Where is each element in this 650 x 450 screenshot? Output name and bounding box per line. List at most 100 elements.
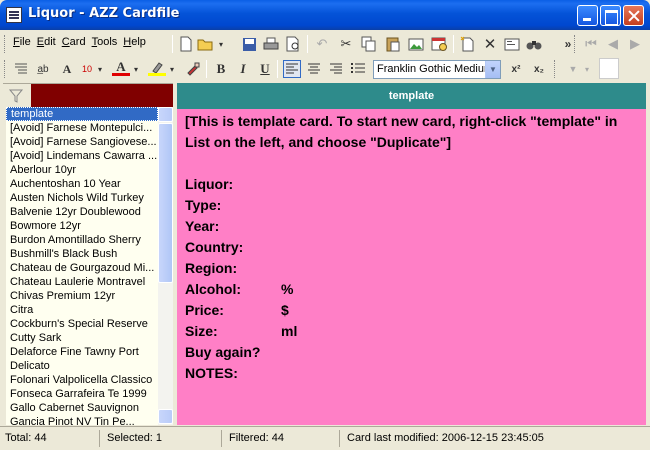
chevron-down-icon[interactable]: ▾ [131, 60, 141, 78]
paste-icon[interactable] [384, 35, 402, 53]
insert-date-icon[interactable] [430, 35, 448, 53]
list-item[interactable]: [Avoid] Farnese Sangiovese... [6, 135, 158, 149]
menu-help[interactable]: Help [120, 36, 149, 48]
find-binoculars-icon[interactable] [525, 35, 543, 53]
filter-icon[interactable] [8, 88, 24, 104]
open-folder-icon[interactable] [197, 35, 215, 53]
filter-input[interactable] [31, 84, 175, 108]
new-card-icon[interactable] [459, 35, 477, 53]
list-item[interactable]: Cutty Sark [6, 331, 158, 345]
copy-icon[interactable] [360, 35, 378, 53]
list-item[interactable]: Folonari Valpolicella Classico [6, 373, 158, 387]
toolbar-grip[interactable] [4, 35, 7, 53]
card-editor[interactable]: [This is template card. To start new car… [177, 109, 646, 425]
list-item[interactable]: Fonseca Garrafeira Te 1999 [6, 387, 158, 401]
toolbar-grip[interactable] [554, 60, 557, 78]
bold-button[interactable]: B [212, 60, 230, 78]
font-color-icon[interactable]: A [112, 59, 130, 76]
card-intro-text: [This is template card. To start new car… [185, 113, 618, 150]
list-item[interactable]: template [6, 107, 158, 121]
separator [172, 35, 173, 53]
underline-button[interactable]: U [256, 60, 274, 78]
list-item[interactable]: Chateau Laulerie Montravel [6, 275, 158, 289]
print-preview-icon[interactable] [284, 35, 302, 53]
card-properties-icon[interactable] [503, 35, 521, 53]
card-list[interactable]: template [Avoid] Farnese Montepulci... [Av… [6, 107, 158, 425]
chevron-down-icon[interactable]: ▾ [216, 35, 226, 53]
scroll-thumb[interactable] [158, 123, 173, 283]
list-item[interactable]: Burdon Amontillado Sherry [6, 233, 158, 247]
list-item[interactable]: Delaforce Fine Tawny Port [6, 345, 158, 359]
align-right-icon[interactable] [327, 60, 345, 78]
chevron-down-icon[interactable]: ▾ [167, 60, 177, 78]
list-item[interactable]: Bowmore 12yr [6, 219, 158, 233]
align-left-icon[interactable] [283, 60, 301, 78]
list-item[interactable]: Aberlour 10yr [6, 163, 158, 177]
paragraph-format-icon[interactable] [12, 60, 30, 78]
menu-card[interactable]: Card [59, 36, 89, 48]
bullet-list-icon[interactable] [349, 60, 367, 78]
status-total: Total: 44 [2, 430, 100, 447]
close-button[interactable] [623, 5, 644, 26]
list-item[interactable]: Gallo Cabernet Sauvignon [6, 401, 158, 415]
status-filtered: Filtered: 44 [226, 430, 340, 447]
scroll-up-arrow[interactable] [158, 107, 173, 122]
list-item[interactable]: Cockburn's Special Reserve [6, 317, 158, 331]
font-icon[interactable]: A [58, 60, 76, 78]
card-field-row: Type: [185, 195, 638, 216]
toolbar-grip[interactable] [574, 35, 577, 53]
previous-card-icon[interactable]: ◀ [604, 35, 622, 53]
card-field-value: $ [281, 302, 289, 318]
print-icon[interactable] [262, 35, 280, 53]
cut-icon[interactable]: ✂ [337, 35, 355, 53]
menu-file[interactable]: File [10, 36, 34, 48]
toolbar-grip[interactable] [4, 60, 7, 78]
superscript-button[interactable]: x² [507, 60, 525, 78]
next-card-icon[interactable]: ▶ [626, 35, 644, 53]
chevron-down-icon[interactable]: ▼ [564, 60, 582, 78]
list-item[interactable]: Chateau de Gourgazoud Mi... [6, 261, 158, 275]
color-swatch[interactable] [599, 58, 619, 79]
list-item[interactable]: [Avoid] Lindemans Cawarra ... [6, 149, 158, 163]
list-item[interactable]: Chivas Premium 12yr [6, 289, 158, 303]
spelling-icon[interactable]: a̲b [34, 60, 52, 78]
font-name-value: Franklin Gothic Mediur [377, 63, 488, 75]
card-field-label: Liquor: [185, 176, 234, 192]
card-field-label: Year: [185, 218, 220, 234]
list-item[interactable]: [Avoid] Farnese Montepulci... [6, 121, 158, 135]
list-scrollbar[interactable] [158, 107, 173, 425]
list-item[interactable]: Gancia Pinot NV Tin Pe... [6, 415, 158, 425]
highlight-icon[interactable] [148, 60, 166, 76]
font-size-label[interactable]: 10 [78, 60, 96, 78]
insert-picture-icon[interactable] [407, 35, 425, 53]
list-item[interactable]: Citra [6, 303, 158, 317]
list-item[interactable]: Delicato [6, 359, 158, 373]
chevron-down-icon[interactable]: ▾ [95, 60, 105, 78]
new-file-icon[interactable] [177, 35, 195, 53]
undo-icon[interactable]: ↶ [313, 35, 331, 53]
list-item[interactable]: Austen Nichols Wild Turkey [6, 191, 158, 205]
list-item[interactable]: Balvenie 12yr Doublewood [6, 205, 158, 219]
menu-edit[interactable]: Edit [34, 36, 59, 48]
app-icon[interactable] [6, 7, 22, 23]
title-bar: Liquor - AZZ Cardfile [0, 0, 650, 30]
card-field-row: Country: [185, 237, 638, 258]
font-name-select[interactable]: Franklin Gothic Mediur ▼ [373, 60, 501, 79]
list-item[interactable]: Auchentoshan 10 Year [6, 177, 158, 191]
format-painter-icon[interactable] [184, 60, 202, 78]
minimize-button[interactable] [577, 5, 598, 26]
delete-card-icon[interactable]: ✕ [481, 35, 499, 53]
menu-tools[interactable]: Tools [89, 36, 121, 48]
subscript-button[interactable]: x₂ [530, 60, 548, 78]
card-field-label: Country: [185, 239, 244, 255]
maximize-button[interactable] [600, 5, 621, 26]
chevron-down-icon[interactable]: ▼ [485, 61, 500, 78]
first-card-icon[interactable]: ⏮ [582, 35, 600, 53]
card-field-row: Size: ml [185, 321, 638, 342]
list-item[interactable]: Bushmill's Black Bush [6, 247, 158, 261]
italic-button[interactable]: I [234, 60, 252, 78]
save-icon[interactable] [240, 35, 258, 53]
chevron-down-icon[interactable]: ▾ [582, 60, 592, 78]
scroll-down-arrow[interactable] [158, 409, 173, 424]
align-center-icon[interactable] [305, 60, 323, 78]
